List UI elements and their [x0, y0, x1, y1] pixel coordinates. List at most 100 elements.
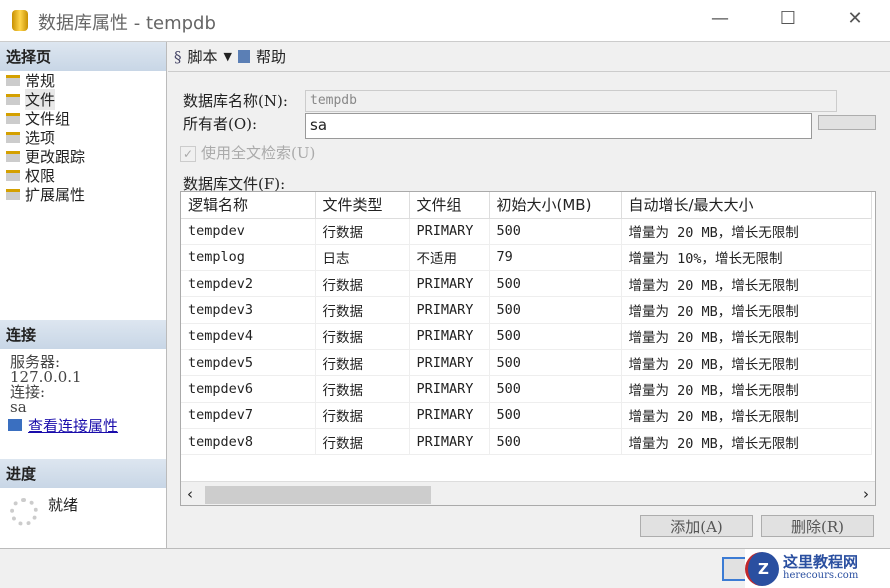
sidebar-item-label: 扩展属性	[25, 186, 86, 204]
table-cell: 79	[489, 244, 622, 272]
sidebar-item[interactable]: 文件	[0, 89, 166, 110]
window-title: 数据库属性 - tempdb	[38, 13, 216, 34]
column-header[interactable]: 文件组	[409, 192, 490, 219]
table-cell: 增量为 20 MB，增长无限制	[621, 270, 872, 298]
table-row[interactable]: tempdev 行数据 PRIMARY 500 增量为 20 MB，增长无限制	[181, 218, 872, 245]
table-cell: tempdev	[181, 218, 316, 245]
table-cell: tempdev3	[181, 296, 316, 324]
page-icon	[6, 151, 20, 162]
table-row[interactable]: tempdev4 行数据 PRIMARY 500 增量为 20 MB，增长无限制	[181, 323, 872, 350]
progress-status: 就绪	[48, 496, 79, 514]
scroll-left-icon[interactable]: ‹	[187, 485, 193, 503]
table-cell: 500	[489, 428, 622, 456]
close-button[interactable]: ✕	[840, 8, 870, 29]
database-name-field: tempdb	[305, 90, 837, 112]
sidebar: 选择页 常规 文件 文件组 选项 更改跟踪 权限 扩展属性 连接 服务器: 127.0.0.…	[0, 42, 167, 548]
fulltext-label: 使用全文检索(U)	[201, 144, 316, 162]
remove-button[interactable]: 删除(R)	[761, 515, 874, 537]
table-cell: PRIMARY	[409, 218, 490, 245]
table-row[interactable]: tempdev7 行数据 PRIMARY 500 增量为 20 MB，增长无限制	[181, 402, 872, 429]
watermark-logo-icon: Z	[745, 551, 779, 586]
help-button[interactable]: 帮助	[256, 46, 286, 67]
table-row[interactable]: tempdev8 行数据 PRIMARY 500 增量为 20 MB，增长无限制	[181, 428, 872, 456]
sidebar-item-label: 文件	[25, 89, 56, 110]
sidebar-item-label: 常规	[25, 72, 56, 90]
column-header[interactable]: 文件类型	[315, 192, 410, 219]
table-row[interactable]: tempdev3 行数据 PRIMARY 500 增量为 20 MB，增长无限制	[181, 296, 872, 324]
table-cell: tempdev6	[181, 375, 316, 403]
sidebar-item[interactable]: 扩展属性	[0, 185, 166, 204]
table-row[interactable]: tempdev6 行数据 PRIMARY 500 增量为 20 MB，增长无限制	[181, 375, 872, 403]
minimize-button[interactable]: —	[705, 8, 735, 29]
table-cell: 500	[489, 402, 622, 429]
table-cell: 行数据	[315, 218, 410, 245]
table-cell: 500	[489, 296, 622, 324]
main-panel: § 脚本 ▼ 帮助 数据库名称(N): tempdb 所有者(O): sa ✓ 使…	[168, 42, 890, 548]
table-cell: 500	[489, 349, 622, 377]
sidebar-item[interactable]: 权限	[0, 166, 166, 185]
table-cell: 500	[489, 375, 622, 403]
sidebar-item[interactable]: 选项	[0, 128, 166, 147]
database-files-grid[interactable]: 逻辑名称 文件类型 文件组 初始大小(MB) 自动增长/最大大小 tempdev 行数据 PR…	[180, 191, 876, 506]
table-row[interactable]: tempdev2 行数据 PRIMARY 500 增量为 20 MB，增长无限制	[181, 270, 872, 298]
table-row[interactable]: templog 日志 不适用 79 增量为 10%，增长无限制	[181, 244, 872, 272]
table-cell: 增量为 20 MB，增长无限制	[621, 218, 872, 245]
table-cell: 行数据	[315, 349, 410, 377]
maximize-button[interactable]: ☐	[773, 8, 803, 29]
table-cell: 增量为 10%，增长无限制	[621, 244, 872, 272]
sidebar-item-label: 更改跟踪	[25, 148, 86, 166]
view-connection-properties-link[interactable]: 查看连接属性	[28, 417, 118, 435]
table-cell: 500	[489, 270, 622, 298]
owner-browse-button[interactable]	[818, 115, 876, 130]
owner-field[interactable]: sa	[305, 113, 812, 139]
table-cell: PRIMARY	[409, 270, 490, 298]
watermark-name: 这里教程网	[783, 552, 859, 571]
table-cell: tempdev7	[181, 402, 316, 429]
script-dropdown-icon[interactable]: ▼	[224, 50, 232, 63]
fulltext-checkbox: ✓ 使用全文检索(U)	[180, 142, 315, 163]
progress-spinner-icon	[10, 498, 38, 526]
add-button[interactable]: 添加(A)	[640, 515, 753, 537]
page-icon	[6, 189, 20, 200]
table-cell: PRIMARY	[409, 375, 490, 403]
script-button[interactable]: 脚本	[188, 46, 218, 67]
column-header[interactable]: 逻辑名称	[181, 192, 316, 219]
table-cell: 增量为 20 MB，增长无限制	[621, 296, 872, 324]
database-name-label: 数据库名称(N):	[183, 92, 288, 110]
table-cell: templog	[181, 244, 316, 272]
connection-label: 连接:	[10, 383, 46, 401]
sidebar-item[interactable]: 常规	[0, 71, 166, 90]
table-cell: 行数据	[315, 428, 410, 456]
script-icon: §	[174, 47, 182, 66]
horizontal-scrollbar[interactable]: ‹ ›	[181, 481, 875, 505]
page-icon	[6, 94, 20, 105]
checkbox-checked-icon: ✓	[180, 146, 196, 162]
watermark: Z 这里教程网 herecours.com	[745, 549, 890, 588]
sidebar-item[interactable]: 文件组	[0, 109, 166, 128]
table-cell: tempdev5	[181, 349, 316, 377]
help-icon	[237, 50, 250, 63]
scroll-right-icon[interactable]: ›	[863, 485, 869, 503]
table-cell: PRIMARY	[409, 428, 490, 456]
table-cell: PRIMARY	[409, 296, 490, 324]
table-row[interactable]: tempdev5 行数据 PRIMARY 500 增量为 20 MB，增长无限制	[181, 349, 872, 377]
table-cell: 行数据	[315, 296, 410, 324]
scrollbar-thumb[interactable]	[205, 486, 431, 504]
owner-label: 所有者(O):	[183, 115, 258, 133]
sidebar-item-label: 选项	[25, 129, 56, 147]
table-cell: tempdev4	[181, 323, 316, 350]
page-icon	[6, 75, 20, 86]
title-bar: 数据库属性 - tempdb — ☐ ✕	[0, 0, 890, 42]
table-cell: 行数据	[315, 375, 410, 403]
sidebar-item-label: 权限	[25, 167, 56, 185]
table-cell: 行数据	[315, 402, 410, 429]
page-icon	[6, 113, 20, 124]
column-header[interactable]: 自动增长/最大大小	[621, 192, 872, 219]
page-icon	[6, 170, 20, 181]
column-header[interactable]: 初始大小(MB)	[489, 192, 622, 219]
table-cell: 增量为 20 MB，增长无限制	[621, 375, 872, 403]
connection-properties-icon	[8, 419, 22, 431]
table-cell: 增量为 20 MB，增长无限制	[621, 428, 872, 456]
sidebar-item[interactable]: 更改跟踪	[0, 147, 166, 166]
footer: Z 这里教程网 herecours.com	[0, 548, 890, 588]
